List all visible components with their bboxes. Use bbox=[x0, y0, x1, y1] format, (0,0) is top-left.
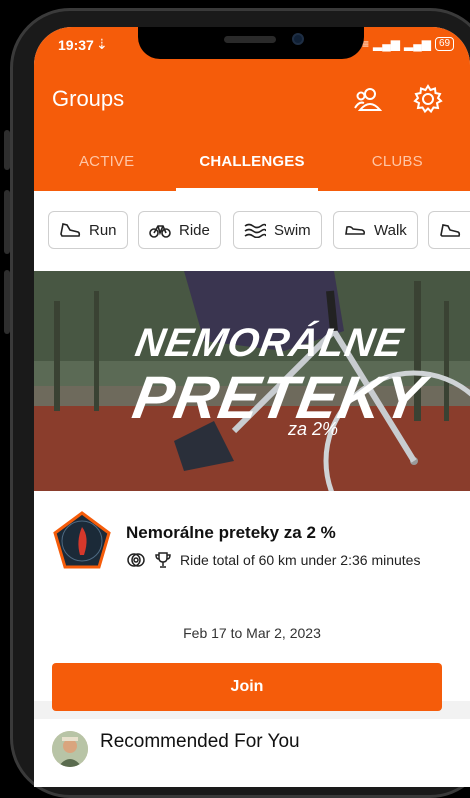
filter-ride-chip[interactable]: Ride bbox=[138, 211, 221, 249]
trophy-icon bbox=[155, 552, 171, 568]
challenge-badge-icon bbox=[53, 511, 111, 569]
app-screen: 19:37 ⇣ ≡ ▂▄▆ ▂▄▆ 69 Groups ACTIVE CHALL… bbox=[34, 27, 470, 787]
tab-clubs[interactable]: CLUBS bbox=[325, 143, 470, 191]
bike-icon bbox=[149, 225, 171, 238]
challenge-description: Ride total of 60 km under 2:36 minutes bbox=[180, 552, 421, 568]
waves-icon bbox=[244, 223, 266, 238]
people-button[interactable] bbox=[352, 83, 384, 115]
battery-icon: 69 bbox=[434, 37, 455, 51]
hike-shoe-icon bbox=[440, 224, 461, 237]
filter-walk-chip[interactable]: Walk bbox=[333, 211, 418, 249]
people-icon bbox=[354, 88, 383, 111]
hero-title-line2: PRETEKY bbox=[128, 364, 431, 431]
filter-run-chip[interactable]: Run bbox=[48, 211, 128, 249]
camera bbox=[292, 33, 304, 45]
status-icons: ≡ ▂▄▆ ▂▄▆ 69 bbox=[362, 37, 455, 51]
avatar-person-icon bbox=[52, 731, 88, 767]
navigation-icon: ⇣ bbox=[96, 36, 108, 52]
signal2-icon: ▂▄▆ bbox=[403, 37, 431, 51]
challenge-dates: Feb 17 to Mar 2, 2023 bbox=[183, 625, 321, 641]
filter-label: Run bbox=[89, 221, 117, 239]
filter-label: Swim bbox=[274, 221, 311, 239]
phone-volume-up bbox=[4, 190, 10, 254]
recommended-section: Recommended For You bbox=[34, 719, 470, 787]
recommended-title: Recommended For You bbox=[100, 731, 300, 752]
challenge-hero-image[interactable]: NEMORÁLNE PRETEKY za 2% bbox=[34, 271, 470, 491]
gear-icon bbox=[413, 84, 443, 114]
filter-label: Walk bbox=[374, 221, 407, 239]
settings-button[interactable] bbox=[412, 83, 444, 115]
challenge-card: Nemorálne preteky za 2 % Ride total of 6… bbox=[34, 491, 470, 711]
phone-volume-down bbox=[4, 270, 10, 334]
join-button[interactable]: Join bbox=[52, 663, 442, 711]
hero-title-line3: za 2% bbox=[288, 419, 339, 439]
challenge-meta: Ride total of 60 km under 2:36 minutes bbox=[126, 551, 420, 569]
goal-icon bbox=[127, 553, 145, 567]
hero-title-line1: NEMORÁLNE bbox=[132, 321, 407, 365]
walk-shoe-icon bbox=[345, 225, 366, 235]
filter-label: Ride bbox=[179, 221, 210, 239]
tab-bar: ACTIVE CHALLENGES CLUBS bbox=[34, 143, 470, 191]
avatar bbox=[52, 731, 88, 767]
phone-notch bbox=[138, 27, 364, 59]
speaker bbox=[224, 36, 276, 43]
tab-active[interactable]: ACTIVE bbox=[34, 143, 179, 191]
challenge-name[interactable]: Nemorálne preteky za 2 % bbox=[126, 523, 336, 543]
filter-more-chip[interactable] bbox=[428, 211, 470, 249]
shoe-icon bbox=[60, 223, 81, 237]
filter-swim-chip[interactable]: Swim bbox=[233, 211, 322, 249]
sport-filter-row: Run Ride Swim Walk bbox=[34, 191, 470, 271]
signal-icon: ▂▄▆ bbox=[373, 37, 400, 51]
page-title: Groups bbox=[52, 86, 125, 111]
status-time: 19:37 bbox=[58, 37, 94, 53]
tab-challenges[interactable]: CHALLENGES bbox=[179, 143, 324, 191]
phone-side-button bbox=[4, 130, 10, 170]
